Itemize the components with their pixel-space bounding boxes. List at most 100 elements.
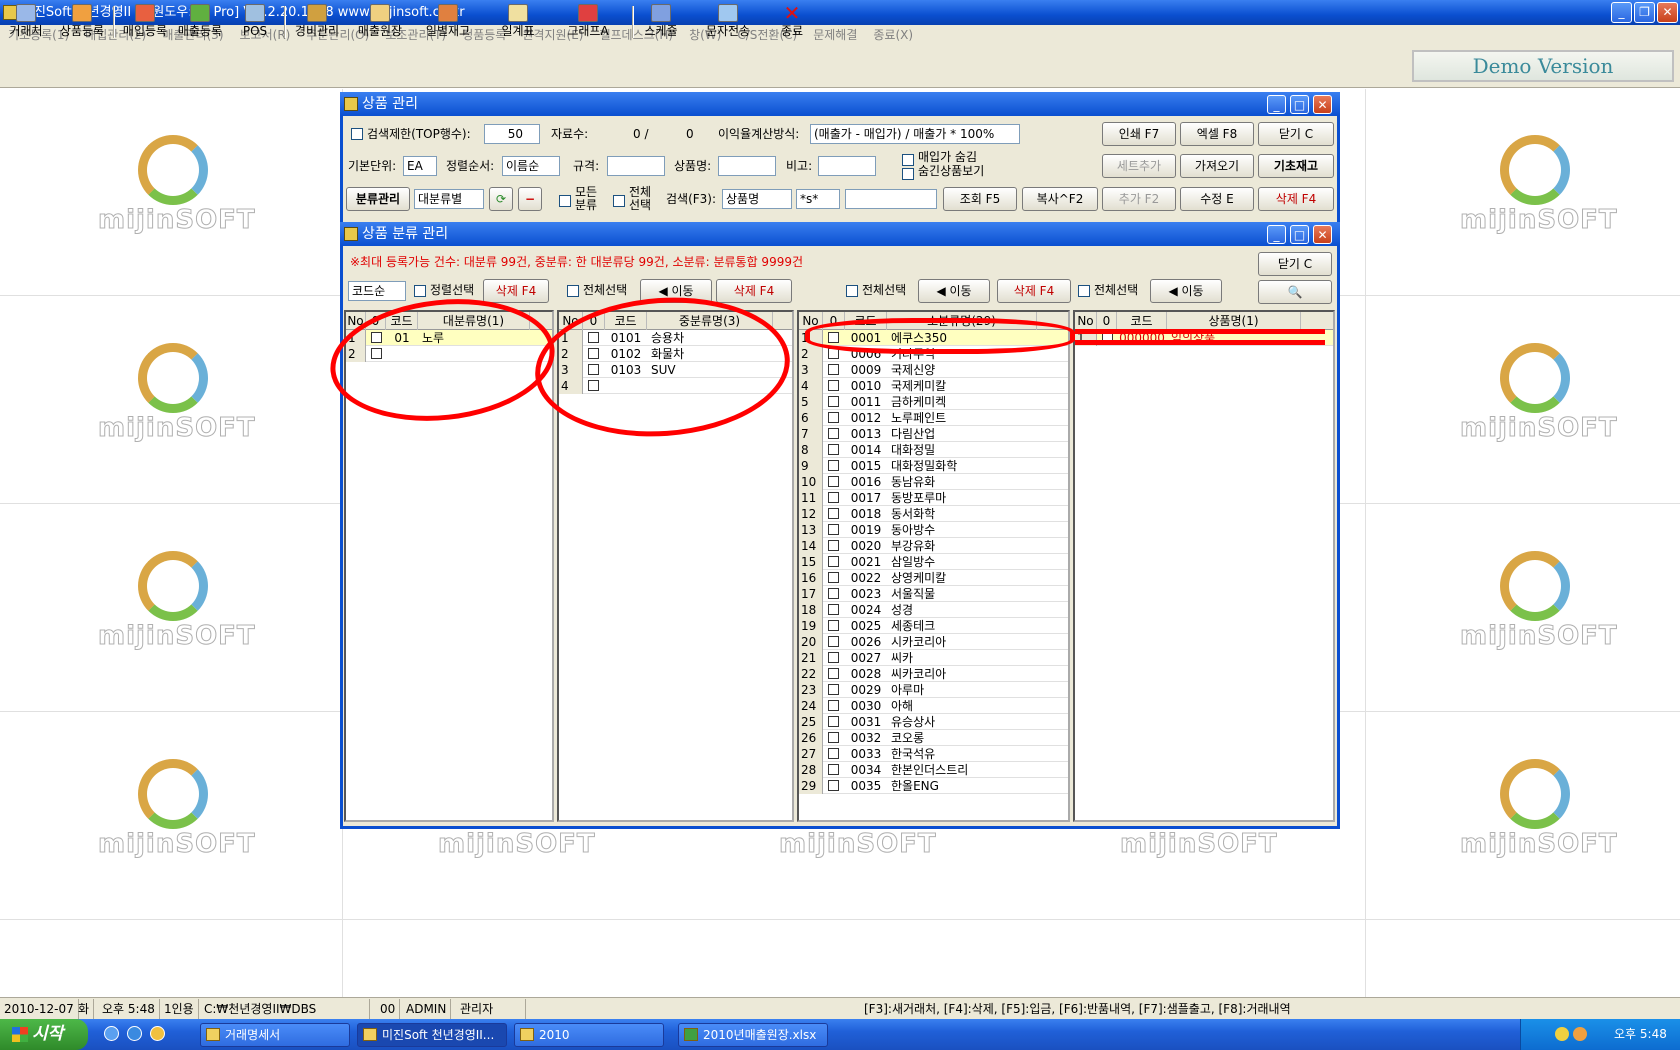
mid-delete-button[interactable]: 삭제 F4 [716,279,792,303]
table-row[interactable]: 25 0031 유승상사 [799,714,1068,730]
base-stock-button[interactable]: 기초재고 [1258,154,1334,178]
toolbar-daily-stock-button[interactable]: 일별재고 [422,4,474,42]
table-row[interactable]: 8 0014 대화정밀 [799,442,1068,458]
toolbar-expense-button[interactable]: 경비관리 [291,4,343,42]
row-checkbox[interactable] [828,412,839,423]
row-checkbox[interactable] [828,508,839,519]
taskbar-item-active[interactable]: 미진Soft 천년경영II... [357,1023,507,1047]
toolbar-daily-report-button[interactable]: 일계표 [492,4,544,42]
search-icon[interactable]: 🔍 [1258,280,1332,304]
category-manage-button[interactable]: 분류관리 [346,187,410,211]
code-sort-select[interactable]: 코드순 [348,281,406,301]
tray-icon[interactable] [1555,1027,1569,1041]
row-checkbox[interactable] [828,604,839,615]
table-row[interactable]: 18 0024 성경 [799,602,1068,618]
small-delete-button[interactable]: 삭제 F4 [997,279,1071,303]
table-row[interactable]: 6 0012 노루페인트 [799,410,1068,426]
row-checkbox[interactable] [828,652,839,663]
row-checkbox[interactable] [828,540,839,551]
unit-input[interactable]: EA [403,156,437,176]
copy-button[interactable]: 복사^F2 [1022,187,1098,211]
delete-button[interactable]: 삭제 F4 [1258,187,1334,211]
table-row[interactable]: 11 0017 동방포루마 [799,490,1068,506]
table-row[interactable]: 23 0029 아루마 [799,682,1068,698]
note-input[interactable] [818,156,876,176]
toolbar-sales-button[interactable]: 매출등록 [174,4,226,42]
quicklaunch-app-icon[interactable] [150,1026,165,1041]
tray-icon[interactable] [1573,1027,1587,1041]
all-category-checkbox[interactable] [559,195,571,207]
product-dialog-minimize[interactable]: _ [1267,95,1286,114]
taskbar-item[interactable]: 2010년매출원장.xlsx [678,1023,828,1047]
column-header[interactable]: 0 [1097,312,1117,330]
column-header[interactable]: 코드 [1117,312,1167,330]
category-dialog-close[interactable]: ✕ [1313,225,1332,244]
spec-input[interactable] [607,156,665,176]
sort-select[interactable]: 이름순 [502,156,560,176]
row-checkbox[interactable] [828,492,839,503]
table-row[interactable]: 7 0013 다림산업 [799,426,1068,442]
product-dialog-maximize[interactable]: □ [1290,95,1309,114]
category-dialog-maximize[interactable]: □ [1290,225,1309,244]
toolbar-product-button[interactable]: 상품등록 [56,4,108,42]
toolbar-schedule-button[interactable]: 스케쥴 [638,4,684,42]
menu-exit[interactable]: 종료(X) [865,28,921,42]
table-row[interactable]: 20 0026 시카코리아 [799,634,1068,650]
category-dialog-minimize[interactable]: _ [1267,225,1286,244]
table-row[interactable]: 24 0030 아해 [799,698,1068,714]
table-row[interactable]: 4 0010 국제케미칼 [799,378,1068,394]
toolbar-graph-button[interactable]: 그래프A [562,4,614,42]
hide-buy-price-checkbox[interactable] [902,154,914,166]
row-checkbox[interactable] [828,556,839,567]
row-checkbox[interactable] [828,428,839,439]
table-row[interactable]: 3 0009 국제신양 [799,362,1068,378]
row-checkbox[interactable] [828,732,839,743]
taskbar-item[interactable]: 거래명세서 [200,1023,350,1047]
set-add-button[interactable]: 세트추가 [1102,154,1176,178]
profit-calc-select[interactable]: (매출가 - 매입가) / 매출가 * 100% [810,124,1020,144]
toolbar-sms-button[interactable]: 문자전송 [702,4,754,42]
row-checkbox[interactable] [828,620,839,631]
large-delete-button[interactable]: 삭제 F4 [483,279,549,303]
taskbar-item[interactable]: 2010 [514,1023,664,1047]
search-limit-checkbox[interactable] [351,128,363,140]
all-select-checkbox[interactable] [613,195,625,207]
search-field-select[interactable]: 상품명 [722,189,792,209]
table-row[interactable]: 27 0033 한국석유 [799,746,1068,762]
edit-button[interactable]: 수정 E [1180,187,1254,211]
category-close-button[interactable]: 닫기 C [1258,252,1332,276]
column-header[interactable]: No [1075,312,1097,330]
row-checkbox[interactable] [828,524,839,535]
mid-select-all-checkbox[interactable] [567,285,579,297]
search-input[interactable] [845,189,937,209]
product-select-all-checkbox[interactable] [1078,285,1090,297]
toolbar-ledger-button[interactable]: 매출원장 [354,4,406,42]
refresh-icon[interactable]: ⟳ [489,187,513,211]
toolbar-purchase-button[interactable]: 매입등록 [119,4,171,42]
quicklaunch-browser-icon[interactable] [127,1026,142,1041]
product-dialog-close[interactable]: ✕ [1313,95,1332,114]
search-operator-select[interactable]: *s* [796,189,840,209]
row-checkbox[interactable] [828,780,839,791]
table-row[interactable]: 5 0011 금하케미켁 [799,394,1068,410]
row-checkbox[interactable] [828,700,839,711]
row-checkbox[interactable] [828,476,839,487]
toolbar-pos-button[interactable]: POS [235,4,275,42]
row-checkbox[interactable] [828,668,839,679]
row-checkbox[interactable] [828,684,839,695]
row-checkbox[interactable] [828,636,839,647]
print-button[interactable]: 인쇄 F7 [1102,122,1176,146]
table-row[interactable]: 26 0032 코오롱 [799,730,1068,746]
add-button[interactable]: 추가 F2 [1102,187,1176,211]
large-select-all-checkbox[interactable] [414,285,426,297]
table-row[interactable]: 13 0019 동아방수 [799,522,1068,538]
row-checkbox[interactable] [828,572,839,583]
small-select-all-checkbox[interactable] [846,285,858,297]
import-button[interactable]: 가져오기 [1180,154,1254,178]
restore-button[interactable]: ❐ [1634,2,1655,23]
product-move-button[interactable]: ◀ 이동 [1150,279,1222,303]
row-checkbox[interactable] [828,588,839,599]
remove-icon[interactable]: − [518,187,542,211]
small-move-button[interactable]: ◀ 이동 [918,279,990,303]
minimize-button[interactable]: _ [1611,2,1632,23]
